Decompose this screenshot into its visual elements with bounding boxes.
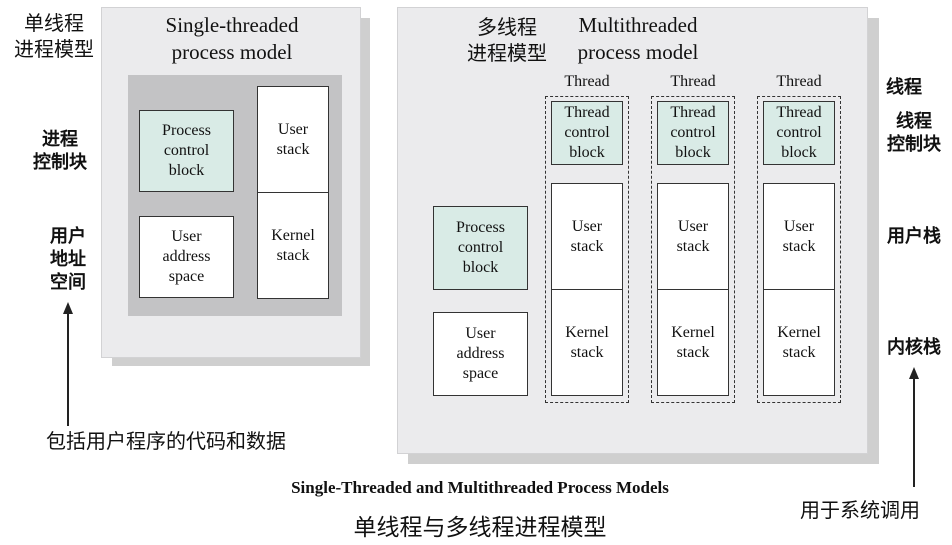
thread-2-user-stack-box: User stack — [657, 183, 729, 290]
kernel-stack-cn-label: 内核栈 — [887, 337, 941, 358]
caption-cn: 单线程与多线程进程模型 — [353, 515, 607, 541]
single-user-stack-box: User stack — [257, 86, 329, 193]
user-stack-cn-label: 用户栈 — [887, 226, 941, 247]
kernel-stack-note: 用于系统调用 — [800, 498, 920, 522]
thread-1-user-stack-box: User stack — [551, 183, 623, 290]
multi-user-address-space-box: User address space — [433, 312, 528, 396]
single-user-address-space-box: User address space — [139, 216, 234, 298]
single-panel-title: Single-threaded process model — [165, 13, 299, 64]
thread-cn-label: 线程 — [886, 77, 922, 98]
thread-label-3: Thread — [776, 73, 822, 90]
arrow-line-right — [913, 377, 915, 487]
thread-3-tcb-box: Thread control block — [763, 101, 835, 165]
thread-3-user-stack-box: User stack — [763, 183, 835, 290]
thread-3-kernel-stack-box: Kernel stack — [763, 289, 835, 396]
single-pcb-box: Process control block — [139, 110, 234, 192]
thread-2-tcb-box: Thread control block — [657, 101, 729, 165]
single-model-cn-label: 单线程 进程模型 — [14, 11, 94, 61]
pcb-cn-label: 进程 控制块 — [33, 129, 87, 173]
tcb-cn-label: 线程 控制块 — [887, 111, 941, 155]
arrow-line-left — [67, 312, 69, 426]
caption-en: Single-Threaded and Multithreaded Proces… — [291, 478, 669, 497]
single-kernel-stack-box: Kernel stack — [257, 192, 329, 299]
multi-panel-title-cn: 多线程 进程模型 — [467, 15, 547, 65]
user-address-space-cn-label: 用户 地址 空间 — [50, 226, 86, 293]
thread-label-2: Thread — [670, 73, 716, 90]
multi-panel-title-en: Multithreaded process model — [577, 13, 699, 64]
thread-1-kernel-stack-box: Kernel stack — [551, 289, 623, 396]
thread-label-1: Thread — [564, 73, 610, 90]
thread-1-tcb-box: Thread control block — [551, 101, 623, 165]
thread-2-kernel-stack-box: Kernel stack — [657, 289, 729, 396]
multi-pcb-box: Process control block — [433, 206, 528, 290]
user-address-note: 包括用户程序的代码和数据 — [46, 429, 286, 453]
